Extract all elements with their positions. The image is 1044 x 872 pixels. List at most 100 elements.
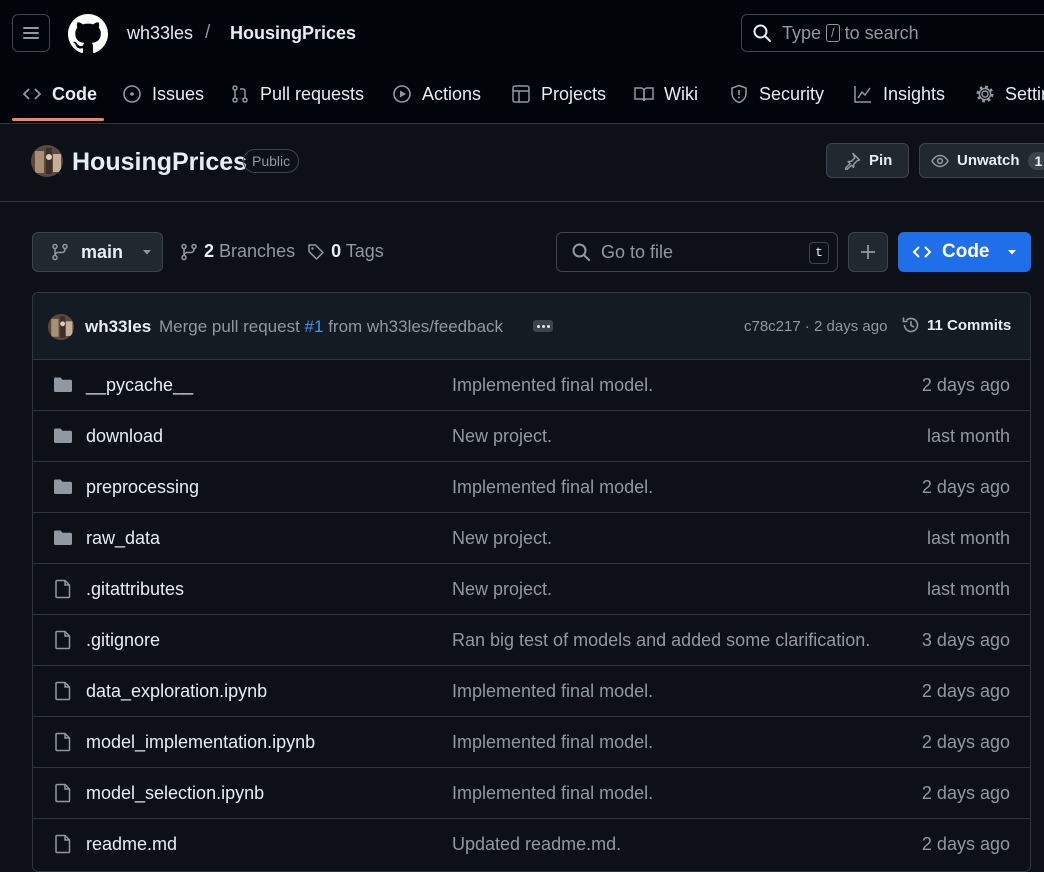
visibility-badge: Public bbox=[243, 149, 300, 173]
file-row[interactable]: .gitignore Ran big test of models and add… bbox=[33, 614, 1030, 665]
branches-count: 2 bbox=[204, 241, 215, 261]
play-icon bbox=[393, 85, 411, 103]
file-name[interactable]: .gitattributes bbox=[86, 579, 184, 600]
file-commit-message[interactable]: Implemented final model. bbox=[452, 477, 653, 498]
commits-history-link[interactable]: 11 Commits bbox=[901, 315, 1011, 335]
branch-icon bbox=[52, 243, 68, 261]
caret-down-icon bbox=[1007, 250, 1016, 255]
tags-link[interactable]: 0 Tags bbox=[331, 241, 384, 262]
file-commit-message[interactable]: New project. bbox=[452, 528, 552, 549]
caret-down-icon bbox=[143, 250, 152, 255]
breadcrumb-owner[interactable]: wh33les bbox=[127, 23, 193, 44]
code-icon bbox=[22, 88, 42, 100]
file-name[interactable]: __pycache__ bbox=[86, 375, 193, 396]
tab-wiki[interactable]: Wiki bbox=[634, 74, 698, 114]
branches-link[interactable]: 2 Branches bbox=[204, 241, 295, 262]
search-icon bbox=[572, 243, 590, 261]
tags-count: 0 bbox=[331, 241, 342, 261]
tab-label: Wiki bbox=[664, 83, 698, 104]
file-icon bbox=[53, 783, 73, 803]
tab-label: Settings bbox=[1005, 83, 1044, 104]
file-commit-message[interactable]: Implemented final model. bbox=[452, 732, 653, 753]
commit-message-prefix: Merge pull request bbox=[159, 317, 300, 336]
menu-button[interactable] bbox=[12, 14, 50, 52]
file-commit-date: 2 days ago bbox=[921, 681, 1010, 701]
branch-icon bbox=[181, 243, 197, 260]
file-commit-date: 2 days ago bbox=[921, 783, 1010, 803]
go-to-file-input[interactable]: Go to file t bbox=[556, 232, 838, 272]
file-row[interactable]: .gitattributes New project. last month bbox=[33, 563, 1030, 614]
tab-code[interactable]: Code bbox=[22, 74, 97, 114]
file-commit-date: 2 days ago bbox=[921, 834, 1010, 854]
file-row[interactable]: raw_data New project. last month bbox=[33, 512, 1030, 563]
tab-projects[interactable]: Projects bbox=[511, 74, 606, 114]
file-row[interactable]: data_exploration.ipynb Implemented final … bbox=[33, 665, 1030, 716]
file-name[interactable]: readme.md bbox=[86, 834, 177, 855]
hamburger-icon bbox=[23, 27, 39, 39]
repo-title[interactable]: HousingPrices bbox=[72, 148, 247, 177]
commit-sha-date[interactable]: c78c217 · 2 days ago bbox=[744, 318, 887, 335]
file-commit-message[interactable]: Implemented final model. bbox=[452, 375, 653, 396]
file-commit-date: 2 days ago bbox=[921, 732, 1010, 752]
folder-icon bbox=[53, 477, 73, 497]
file-name[interactable]: model_selection.ipynb bbox=[86, 783, 264, 804]
tab-insights[interactable]: Insights bbox=[853, 74, 945, 114]
github-logo-icon[interactable] bbox=[68, 14, 108, 54]
unwatch-button[interactable]: Unwatch 1 bbox=[919, 143, 1044, 178]
pin-label: Pin bbox=[869, 152, 893, 169]
watch-count: 1 bbox=[1027, 151, 1044, 170]
file-row[interactable]: __pycache__ Implemented final model. 2 day… bbox=[33, 359, 1030, 410]
commit-message[interactable]: Merge pull request #1 from wh33les/feedb… bbox=[159, 317, 503, 337]
file-commit-date: 2 days ago bbox=[921, 375, 1010, 395]
tab-actions[interactable]: Actions bbox=[392, 74, 481, 114]
pull-request-link[interactable]: #1 bbox=[305, 317, 324, 336]
tab-label: Code bbox=[52, 83, 97, 104]
branch-name: main bbox=[81, 241, 124, 262]
search-shortcut-key: / bbox=[826, 24, 840, 42]
file-commit-message[interactable]: Implemented final model. bbox=[452, 681, 653, 702]
pin-button[interactable]: Pin bbox=[826, 143, 909, 178]
file-row[interactable]: preprocessing Implemented final model. 2 d… bbox=[33, 461, 1030, 512]
gear-icon bbox=[976, 85, 994, 103]
file-row[interactable]: model_selection.ipynb Implemented final m… bbox=[33, 767, 1030, 818]
breadcrumb-separator: / bbox=[205, 22, 211, 43]
file-name[interactable]: .gitignore bbox=[86, 630, 160, 651]
tab-issues[interactable]: Issues bbox=[122, 74, 204, 114]
eye-icon bbox=[931, 154, 949, 167]
file-name[interactable]: download bbox=[86, 426, 163, 447]
file-row[interactable]: model_implementation.ipynb Implemented fi… bbox=[33, 716, 1030, 767]
tab-pull-requests[interactable]: Pull requests bbox=[230, 74, 364, 114]
commit-author[interactable]: wh33les bbox=[85, 317, 151, 337]
add-file-button[interactable] bbox=[848, 232, 888, 272]
file-row[interactable]: readme.md Updated readme.md. 2 days ago bbox=[33, 818, 1030, 869]
search-prefix: Type bbox=[782, 22, 822, 43]
file-row[interactable]: download New project. last month bbox=[33, 410, 1030, 461]
table-icon bbox=[512, 85, 530, 103]
file-commit-message[interactable]: New project. bbox=[452, 579, 552, 600]
global-search[interactable]: Type / to search bbox=[741, 14, 1044, 52]
tab-label: Security bbox=[759, 83, 825, 104]
file-name[interactable]: data_exploration.ipynb bbox=[86, 681, 267, 702]
branch-selector[interactable]: main bbox=[32, 232, 163, 272]
commit-details-toggle[interactable] bbox=[533, 320, 553, 332]
file-commit-message[interactable]: Updated readme.md. bbox=[452, 834, 621, 855]
code-icon bbox=[912, 246, 932, 258]
file-name[interactable]: raw_data bbox=[86, 528, 160, 549]
owner-avatar[interactable] bbox=[31, 145, 63, 177]
file-commit-message[interactable]: New project. bbox=[452, 426, 552, 447]
tab-security[interactable]: Security bbox=[729, 74, 824, 114]
breadcrumb-repo[interactable]: HousingPrices bbox=[230, 23, 356, 44]
file-name[interactable]: preprocessing bbox=[86, 477, 199, 498]
history-icon bbox=[902, 317, 919, 333]
file-commit-message[interactable]: Ran big test of models and added some cl… bbox=[452, 630, 870, 651]
file-name[interactable]: model_implementation.ipynb bbox=[86, 732, 315, 753]
file-icon bbox=[53, 681, 73, 701]
pull-request-icon bbox=[232, 85, 248, 103]
file-commit-date: last month bbox=[926, 426, 1010, 446]
file-commit-message[interactable]: Implemented final model. bbox=[452, 783, 653, 804]
book-icon bbox=[634, 87, 654, 102]
code-dropdown-button[interactable]: Code bbox=[898, 232, 1031, 272]
tab-settings[interactable]: Settings bbox=[975, 74, 1044, 114]
commit-author-avatar[interactable] bbox=[48, 314, 74, 340]
branch-tag-info: 2 Branches 0 Tags bbox=[180, 241, 384, 262]
